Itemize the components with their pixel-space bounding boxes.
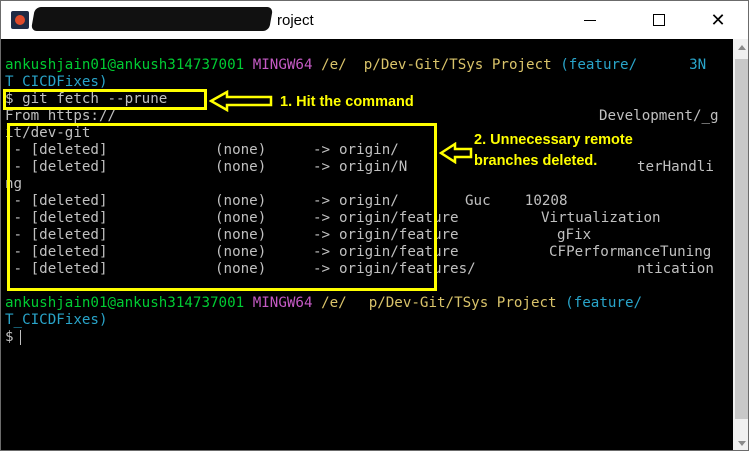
arrow-down-icon	[737, 441, 746, 446]
annotation-step1: 1. Hit the command	[280, 94, 414, 110]
prompt-line-1: ankushjain01@ankush314737001 MINGW64 /e/…	[5, 57, 706, 74]
input-prompt[interactable]: $	[5, 329, 21, 346]
scroll-down-button[interactable]	[733, 435, 748, 450]
from-url: From https://	[5, 108, 117, 124]
prompt-user: ankushjain01@ankush314737001	[5, 295, 245, 311]
row-ref-tail: ntication	[637, 261, 714, 277]
arrow-up-icon	[737, 45, 746, 50]
text-cursor	[19, 329, 21, 345]
git-bash-icon	[11, 11, 29, 29]
prompt-line-2: ankushjain01@ankush314737001 MINGW64 /e/…	[5, 295, 642, 312]
row-ref-tail: Guc 10208	[465, 193, 568, 209]
prompt-env: MINGW64	[252, 295, 313, 311]
maximize-icon	[653, 14, 665, 26]
row-ref-tail: Virtualization	[541, 210, 661, 226]
close-button[interactable]: ✕	[695, 1, 741, 39]
prompt-path-2: p/Dev-Git/TSys Project	[368, 295, 557, 311]
vertical-scrollbar[interactable]	[733, 39, 748, 450]
prompt-branch: (feature/	[560, 57, 638, 73]
prompt-env: MINGW64	[252, 57, 313, 73]
prompt-branch-line2: T_CICDFixes)	[5, 312, 108, 328]
prompt-path: /e/	[321, 295, 347, 311]
prompt-user: ankushjain01@ankush314737001	[5, 57, 245, 73]
command-highlight-box	[3, 89, 207, 110]
scroll-thumb[interactable]	[735, 59, 748, 419]
minimize-button[interactable]	[567, 1, 613, 39]
arrow-left-icon	[439, 142, 473, 164]
redacted-title	[30, 7, 274, 31]
prompt-branch: (feature/	[565, 295, 643, 311]
prompt-symbol: $	[5, 329, 14, 345]
terminal-window: roject ✕ ankushjain01@ankush314737001 MI…	[0, 0, 749, 451]
minimize-icon	[584, 19, 596, 21]
row-ref-tail: CFPerformanceTuning	[549, 244, 712, 260]
prompt-branch-tail: 3N	[689, 57, 707, 73]
annotation-step2-line2: branches deleted.	[474, 153, 598, 169]
prompt-path: /e/ p/Dev-Git/TSys Project	[321, 57, 552, 73]
arrow-left-icon	[209, 90, 273, 112]
from-line-right: Development/_g	[599, 108, 719, 124]
close-icon: ✕	[710, 9, 726, 31]
maximize-button[interactable]	[636, 1, 682, 39]
deleted-branches-box	[7, 123, 437, 291]
row-ref-tail: terHandli	[637, 159, 714, 175]
scroll-up-button[interactable]	[733, 39, 748, 56]
annotation-step2-line1: 2. Unnecessary remote	[474, 132, 633, 148]
title-bar[interactable]: roject ✕	[1, 1, 748, 39]
row-ref-tail: gFix	[557, 227, 592, 243]
window-title: roject	[277, 12, 314, 29]
